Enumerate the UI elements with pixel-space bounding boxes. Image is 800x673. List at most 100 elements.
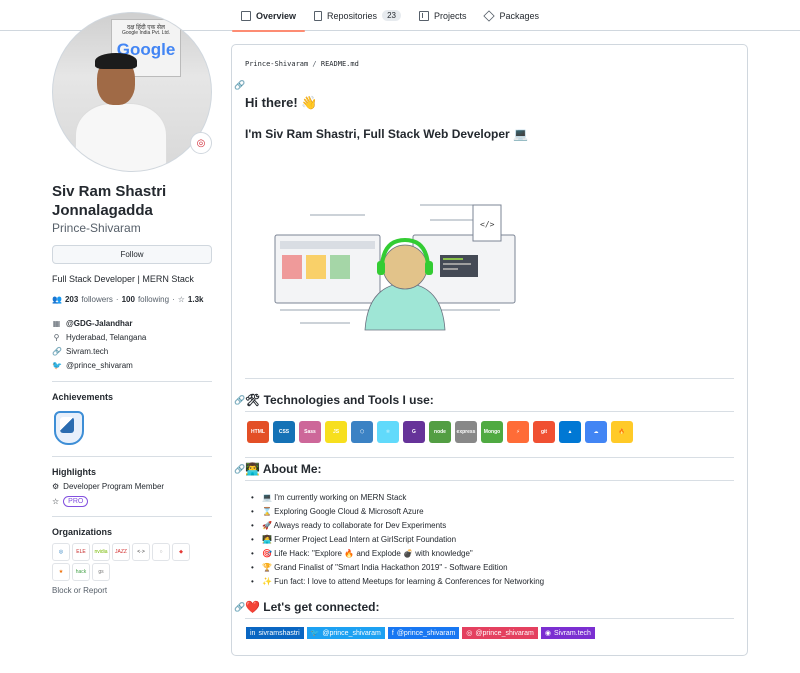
tab-packages[interactable]: Packages: [475, 0, 548, 31]
tech-logo[interactable]: ☁: [585, 421, 607, 443]
status-target-icon[interactable]: ◎: [190, 132, 212, 154]
svg-text:</>: </>: [480, 220, 495, 229]
following-count[interactable]: 100: [122, 295, 135, 304]
about-item: 👩‍💻 Former Project Lead Intern at GirlSc…: [251, 533, 544, 547]
anchor-link-icon[interactable]: 🔗: [234, 464, 245, 475]
building-icon: ▦: [52, 318, 61, 328]
twitter-link[interactable]: @prince_shivaram: [66, 361, 133, 370]
pro-badge: PRO: [63, 496, 89, 507]
anchor-link-icon[interactable]: 🔗: [234, 602, 245, 613]
project-icon: [418, 10, 429, 21]
divider: [52, 456, 212, 457]
tech-logos: HTML CSS Sass JS ⬡ ⚛ Gnode express Mongo ⚡ git ▲ ☁ 🔥: [247, 421, 633, 443]
organization-avatar[interactable]: ○: [152, 543, 170, 561]
profile-full-name: Siv Ram Shastri Jonnalagadda: [52, 183, 167, 219]
star-icon: ☆: [177, 295, 185, 304]
gear-icon: ⚙: [52, 482, 60, 491]
social-badge[interactable]: in sivramshastri: [246, 627, 304, 639]
social-badge-label: sivramshastri: [258, 629, 300, 637]
highlight-developer-program: ⚙ Developer Program Member: [52, 482, 212, 491]
facebook-icon: f: [391, 629, 394, 637]
tech-logo[interactable]: G: [403, 421, 425, 443]
profile-username: Prince-Shivaram: [52, 221, 141, 235]
tech-logo[interactable]: ⚛: [377, 421, 399, 443]
stars-count[interactable]: 1.3k: [188, 295, 204, 304]
avatar[interactable]: दक्ष हिंदी एक सेल Google India Pvt. Ltd.…: [52, 12, 212, 172]
achievement-badge-icon[interactable]: [52, 411, 86, 447]
social-badges: in sivramshastri 🐦 @prince_shivaram f @prince…: [246, 627, 595, 639]
follow-button[interactable]: Follow: [52, 245, 212, 264]
tech-logo[interactable]: Sass: [299, 421, 321, 443]
divider: [245, 618, 734, 619]
connect-heading: ❤️ Let's get connected:: [245, 600, 380, 614]
readme-owner-link[interactable]: Prince-Shivaram: [245, 60, 308, 68]
avatar-person: [75, 53, 167, 171]
profile-readme: Prince-Shivaram / README.md 🔗 Hi there! …: [231, 44, 748, 656]
social-badge-label: @prince_shivaram: [475, 629, 534, 637]
organization-avatar[interactable]: <·>: [132, 543, 150, 561]
highlight-dev-label: Developer Program Member: [63, 482, 165, 491]
following-label[interactable]: following: [138, 295, 169, 304]
profile-bio: Full Stack Developer | MERN Stack: [52, 274, 194, 284]
readme-file-link[interactable]: README.md: [321, 60, 359, 68]
link-icon: 🔗: [52, 346, 62, 356]
divider: [245, 378, 734, 379]
tab-projects[interactable]: Projects: [410, 0, 476, 31]
organization-avatar[interactable]: JAZZ: [112, 543, 130, 561]
tech-logo[interactable]: node: [429, 421, 451, 443]
social-badge[interactable]: f @prince_shivaram: [387, 627, 460, 639]
tech-logo[interactable]: git: [533, 421, 555, 443]
highlights-title: Highlights: [52, 467, 96, 477]
tech-logo[interactable]: express: [455, 421, 477, 443]
divider: [245, 480, 734, 481]
company-row: ▦ @GDG-Jalandhar: [52, 316, 212, 330]
tech-logo[interactable]: JS: [325, 421, 347, 443]
readme-path: Prince-Shivaram / README.md: [245, 60, 359, 68]
company-link[interactable]: @GDG-Jalandhar: [66, 319, 132, 328]
social-badge[interactable]: ◎ @prince_shivaram: [462, 627, 538, 639]
tab-list: Overview Repositories 23 Projects Packag…: [232, 0, 548, 32]
tech-logo[interactable]: ⬡: [351, 421, 373, 443]
instagram-icon: ◎: [466, 630, 473, 637]
location-icon: ⚲: [53, 332, 60, 342]
book-icon: [241, 10, 251, 21]
organization-avatar[interactable]: ELE: [72, 543, 90, 561]
block-or-report-link[interactable]: Block or Report: [52, 586, 212, 595]
organization-avatar[interactable]: ★: [52, 563, 70, 581]
anchor-link-icon[interactable]: 🔗: [234, 395, 245, 406]
organization-avatar[interactable]: ◆: [172, 543, 190, 561]
divider: [52, 381, 212, 382]
about-item: 💻 I'm currently working on MERN Stack: [251, 491, 544, 505]
social-badge-label: Sivram.tech: [553, 629, 591, 637]
about-item: ⌛ Exploring Google Cloud & Microsoft Azu…: [251, 505, 544, 519]
website-link[interactable]: Sivram.tech: [66, 347, 108, 356]
tech-logo[interactable]: HTML: [247, 421, 269, 443]
tech-heading: 🛠 Technologies and Tools I use:: [245, 393, 434, 407]
tech-logo[interactable]: Mongo: [481, 421, 503, 443]
tech-logo[interactable]: CSS: [273, 421, 295, 443]
about-item: 🏆 Grand Finalist of "Smart India Hackath…: [251, 561, 544, 575]
organization-avatar[interactable]: ◎: [52, 543, 70, 561]
star-icon: ☆: [52, 497, 60, 506]
profile-sidebar: दक्ष हिंदी एक सेल Google India Pvt. Ltd.…: [52, 12, 212, 595]
tech-logo[interactable]: 🔥: [611, 421, 633, 443]
tab-repositories[interactable]: Repositories 23: [305, 0, 410, 31]
website-row: 🔗 Sivram.tech: [52, 344, 212, 358]
organization-avatar[interactable]: hack: [72, 563, 90, 581]
twitter-row: 🐦 @prince_shivaram: [52, 358, 212, 372]
about-item: 🎯 Life Hack: "Explore 🔥 and Explode 💣 wi…: [251, 547, 544, 561]
social-badge[interactable]: 🐦 @prince_shivaram: [306, 627, 385, 639]
organization-avatar[interactable]: gs: [92, 563, 110, 581]
followers-label[interactable]: followers: [81, 295, 113, 304]
anchor-link-icon[interactable]: 🔗: [234, 80, 245, 91]
tech-logo[interactable]: ▲: [559, 421, 581, 443]
profile-details: ▦ @GDG-Jalandhar ⚲ Hyderabad, Telangana …: [52, 316, 212, 372]
people-icon: 👥: [52, 295, 62, 304]
tech-logo[interactable]: ⚡: [507, 421, 529, 443]
tab-overview[interactable]: Overview: [232, 0, 306, 32]
developer-illustration: </>: [274, 204, 516, 331]
organization-avatar[interactable]: nvidia: [92, 543, 110, 561]
divider: [245, 457, 734, 458]
social-badge[interactable]: ◉ Sivram.tech: [540, 627, 595, 639]
followers-count[interactable]: 203: [65, 295, 78, 304]
